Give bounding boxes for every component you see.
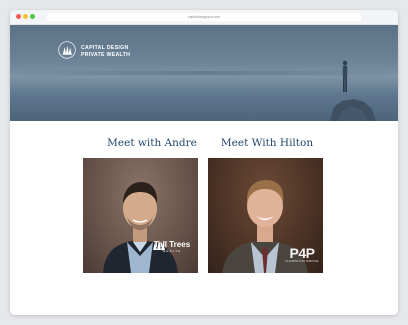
browser-window: capitaldesignpw.com CAPITAL DESIGN PRIVA… bbox=[10, 10, 398, 315]
andre-portrait[interactable]: Tall Trees WEALTH bbox=[83, 158, 198, 273]
address-bar[interactable]: capitaldesignpw.com bbox=[47, 13, 361, 21]
heading-meet-andre: Meet with Andre bbox=[107, 137, 197, 149]
tall-trees-logo-icon bbox=[153, 240, 165, 250]
maximize-window-button[interactable] bbox=[30, 14, 35, 19]
heading-meet-hilton: Meet With Hilton bbox=[220, 137, 314, 149]
close-window-button[interactable] bbox=[16, 14, 21, 19]
hero-banner: CAPITAL DESIGN PRIVATE WEALTH bbox=[10, 25, 398, 121]
site-logo[interactable]: CAPITAL DESIGN PRIVATE WEALTH bbox=[58, 41, 138, 63]
p4p-badge: P4P PLANNING FOR PURPOSE bbox=[284, 246, 320, 268]
tree-logo-icon bbox=[58, 41, 76, 59]
rock-icon bbox=[330, 99, 376, 121]
hilton-portrait[interactable]: P4P PLANNING FOR PURPOSE bbox=[208, 158, 323, 273]
logo-text-line1: CAPITAL DESIGN bbox=[81, 45, 129, 51]
title-bar: capitaldesignpw.com bbox=[10, 10, 398, 25]
p4p-subtitle: PLANNING FOR PURPOSE bbox=[285, 260, 319, 263]
tall-trees-badge: Tall Trees WEALTH bbox=[151, 240, 193, 268]
minimize-window-button[interactable] bbox=[23, 14, 28, 19]
p4p-logo-icon: P4P bbox=[289, 245, 315, 261]
logo-text-line2: PRIVATE WEALTH bbox=[81, 51, 131, 58]
